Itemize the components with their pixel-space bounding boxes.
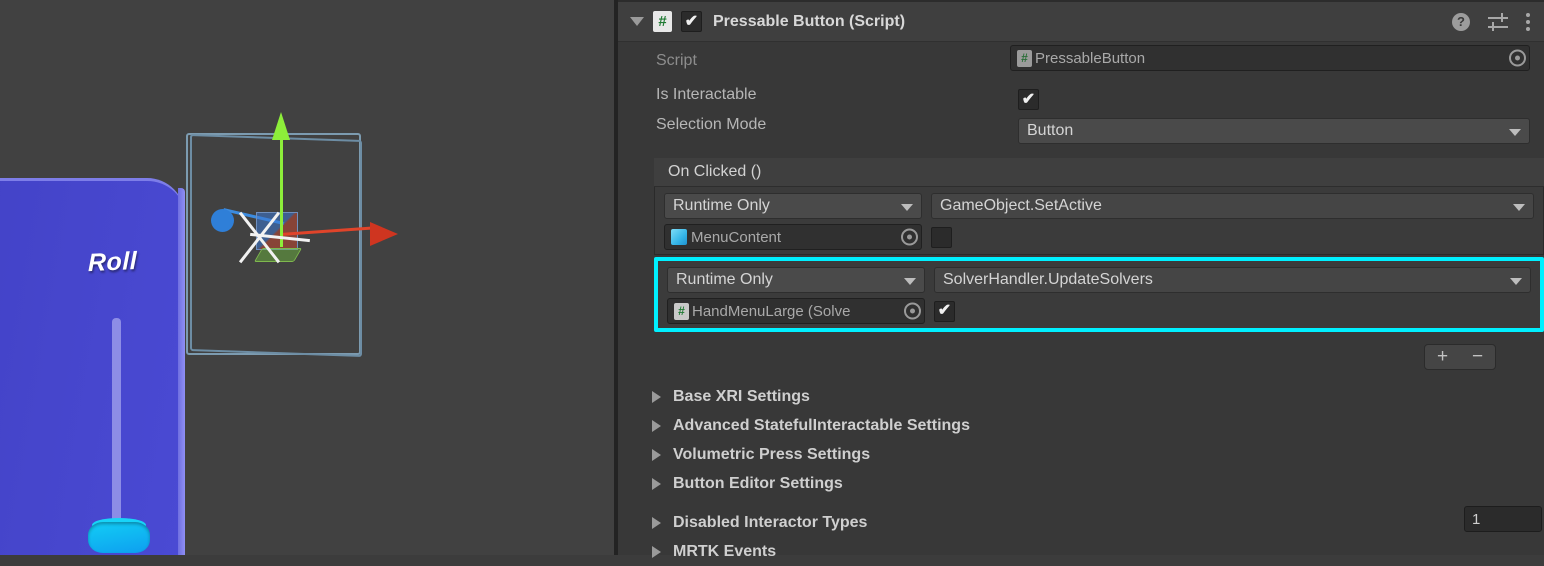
is-interactable-label: Is Interactable	[656, 86, 757, 103]
chevron-down-icon	[1513, 204, 1525, 211]
foldout-label: Advanced StatefulInteractable Settings	[673, 416, 970, 434]
slider-panel-edge	[178, 188, 185, 555]
chevron-right-icon	[652, 390, 661, 403]
event-mode-value: Runtime Only	[673, 197, 770, 214]
chevron-down-icon	[1509, 129, 1521, 136]
chevron-down-icon	[904, 278, 916, 285]
foldout-mrtk-events[interactable]: MRTK Events	[618, 537, 1544, 566]
preset-icon[interactable]	[1488, 12, 1508, 31]
slider-label-roll: Roll	[88, 246, 138, 278]
event-arg-checkbox[interactable]: ✔	[934, 300, 955, 322]
component-enabled-checkbox[interactable]: ✔	[681, 11, 702, 32]
chevron-down-icon[interactable]	[630, 17, 644, 26]
foldout-label: Disabled Interactor Types	[673, 513, 868, 531]
x-axis-arrow[interactable]	[370, 222, 398, 246]
chevron-right-icon	[652, 477, 661, 490]
cs-script-icon: #	[674, 302, 689, 320]
foldout-label: Button Editor Settings	[673, 474, 843, 492]
help-icon[interactable]: ?	[1452, 12, 1470, 31]
object-picker-icon[interactable]	[1509, 49, 1526, 67]
selection-mode-label: Selection Mode	[656, 116, 767, 133]
foldout-group: Base XRI Settings Advanced StatefulInter…	[618, 382, 1544, 498]
prefab-cube-icon	[671, 229, 687, 245]
event-entry-highlighted: Runtime Only SolverHandler.UpdateSolvers…	[654, 257, 1544, 332]
component-header[interactable]: # ✔ Pressable Button (Script) ?	[618, 0, 1544, 42]
event-mode-dropdown[interactable]: Runtime Only	[667, 267, 925, 293]
slider-handle[interactable]	[88, 522, 150, 553]
script-label: Script	[656, 52, 697, 69]
inspector-panel: # ✔ Pressable Button (Script) ? Script #…	[614, 0, 1544, 560]
foldout-label: Volumetric Press Settings	[673, 445, 871, 463]
event-function-value: SolverHandler.UpdateSolvers	[943, 271, 1153, 288]
object-picker-icon[interactable]	[904, 302, 921, 320]
event-target-value: HandMenuLarge (Solve	[692, 302, 851, 320]
slider-track[interactable]	[112, 318, 121, 526]
chevron-right-icon	[652, 516, 661, 529]
event-target-objectfield[interactable]: MenuContent	[664, 224, 922, 250]
array-size-field[interactable]: 1	[1464, 506, 1542, 532]
remove-event-button[interactable]: −	[1460, 345, 1495, 369]
event-function-dropdown[interactable]: GameObject.SetActive	[931, 193, 1534, 219]
more-menu-icon[interactable]	[1526, 12, 1530, 31]
event-function-dropdown[interactable]: SolverHandler.UpdateSolvers	[934, 267, 1531, 293]
event-mode-value: Runtime Only	[676, 271, 773, 288]
script-objectfield-value: PressableButton	[1035, 49, 1146, 67]
chevron-right-icon	[652, 448, 661, 461]
z-axis-arrow[interactable]	[211, 209, 234, 232]
cs-script-icon: #	[653, 11, 672, 32]
y-axis-line	[280, 122, 283, 247]
event-entry: Runtime Only GameObject.SetActive MenuCo…	[654, 187, 1544, 255]
foldout-label: MRTK Events	[673, 542, 777, 560]
selection-mode-dropdown[interactable]: Button	[1018, 118, 1530, 144]
foldout-base-xri-settings[interactable]: Base XRI Settings	[618, 382, 1544, 411]
event-target-value: MenuContent	[691, 228, 782, 246]
object-picker-icon[interactable]	[901, 228, 918, 246]
cs-script-icon: #	[1017, 49, 1032, 67]
chevron-down-icon	[901, 204, 913, 211]
slider-panel-3d[interactable]	[0, 178, 185, 555]
foldout-label: Base XRI Settings	[673, 387, 810, 405]
is-interactable-checkbox[interactable]: ✔	[1018, 89, 1039, 110]
foldout-group-bottom: Disabled Interactor Types MRTK Events	[618, 508, 1544, 566]
foldout-volumetric-press-settings[interactable]: Volumetric Press Settings	[618, 440, 1544, 469]
y-axis-arrow[interactable]	[272, 112, 290, 140]
event-entry: Runtime Only SolverHandler.UpdateSolvers…	[658, 261, 1540, 328]
is-interactable-row: Is Interactable	[618, 80, 1544, 110]
scene-viewport[interactable]: Roll	[0, 0, 614, 555]
event-add-remove-bar: + −	[1424, 344, 1496, 370]
chevron-right-icon	[652, 545, 661, 558]
add-event-button[interactable]: +	[1425, 345, 1460, 369]
chevron-down-icon	[1510, 278, 1522, 285]
foldout-button-editor-settings[interactable]: Button Editor Settings	[618, 469, 1544, 498]
selection-mode-value: Button	[1027, 122, 1074, 139]
event-arg-checkbox[interactable]	[931, 226, 952, 248]
event-target-objectfield[interactable]: # HandMenuLarge (Solve	[667, 298, 925, 324]
event-function-value: GameObject.SetActive	[940, 197, 1102, 214]
foldout-disabled-interactor-types[interactable]: Disabled Interactor Types	[618, 508, 1544, 537]
header-icon-group: ?	[1452, 12, 1530, 31]
event-mode-dropdown[interactable]: Runtime Only	[664, 193, 922, 219]
chevron-right-icon	[652, 419, 661, 432]
on-clicked-event-box: On Clicked () Runtime Only GameObject.Se…	[654, 158, 1544, 332]
script-objectfield[interactable]: # PressableButton	[1010, 45, 1530, 71]
on-clicked-title: On Clicked ()	[654, 158, 1544, 187]
component-title: Pressable Button (Script)	[713, 12, 906, 30]
foldout-advanced-statefulinteractable-settings[interactable]: Advanced StatefulInteractable Settings	[618, 411, 1544, 440]
